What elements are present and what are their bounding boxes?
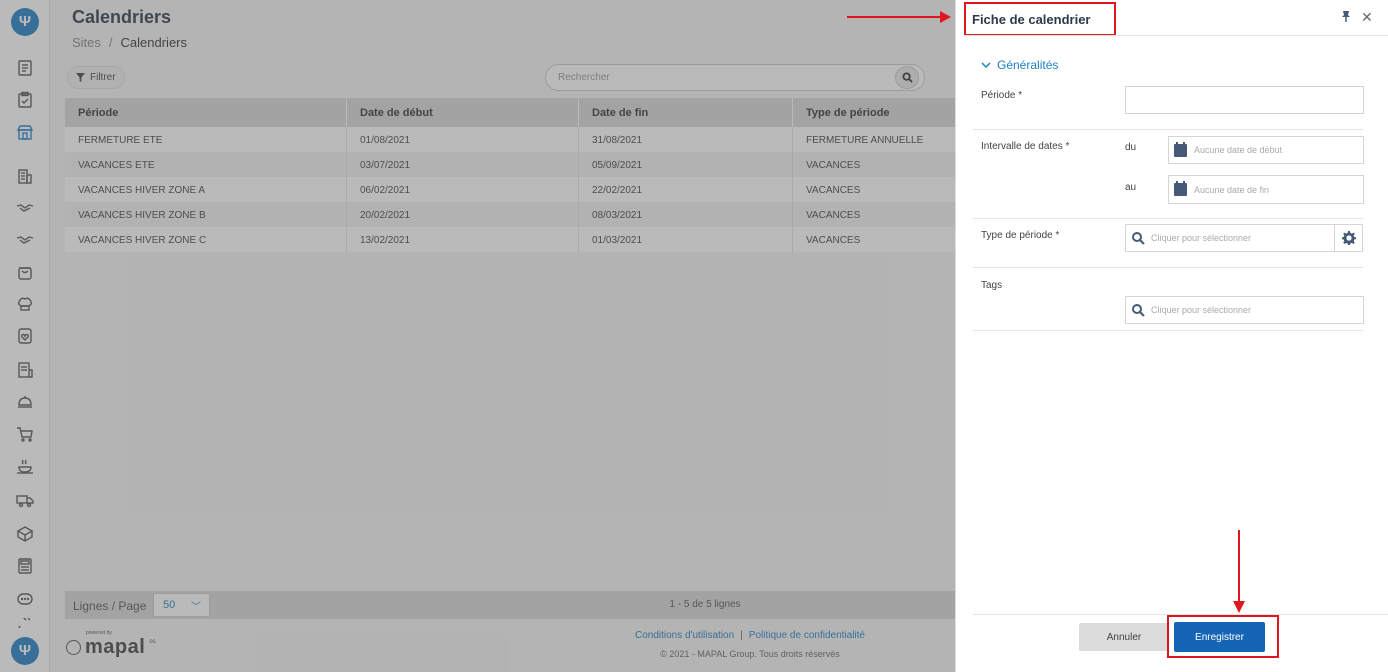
start-date-placeholder: Aucune date de début (1194, 145, 1283, 155)
annotation-arrow-title-head (940, 11, 951, 23)
period-type-settings-button[interactable] (1334, 224, 1363, 252)
interval-label: Intervalle de dates * (981, 141, 1070, 152)
to-label: au (1125, 182, 1137, 193)
save-button[interactable]: Enregistrer (1174, 622, 1265, 652)
from-label: du (1125, 142, 1137, 153)
period-type-select[interactable]: Cliquer pour sélectionner (1125, 224, 1335, 252)
period-type-placeholder: Cliquer pour sélectionner (1151, 233, 1252, 243)
divider (973, 267, 1363, 268)
gear-icon (1341, 231, 1356, 245)
divider (973, 218, 1363, 219)
divider (964, 35, 1388, 36)
section-title-label: Généralités (997, 58, 1059, 72)
start-date-field[interactable]: Aucune date de début (1168, 136, 1364, 164)
calendar-icon (1174, 141, 1187, 157)
panel-title: Fiche de calendrier (972, 12, 1091, 27)
pin-icon[interactable] (1340, 10, 1352, 22)
search-icon (1132, 304, 1145, 317)
end-date-placeholder: Aucune date de fin (1194, 184, 1270, 195)
divider (973, 129, 1363, 130)
divider (973, 330, 1363, 331)
modal-overlay[interactable] (0, 0, 955, 672)
annotation-arrow-save-head (1233, 601, 1245, 613)
tags-select[interactable]: Cliquer pour sélectionner (1125, 296, 1364, 324)
close-icon[interactable]: ✕ (1361, 10, 1373, 24)
periode-label: Période * (981, 90, 1023, 101)
annotation-arrow-title (847, 16, 942, 18)
end-date-field[interactable]: Aucune date de fin (1168, 175, 1364, 204)
tags-placeholder: Cliquer pour sélectionner (1151, 305, 1252, 315)
section-generalites[interactable]: Généralités (981, 58, 1058, 72)
periode-field[interactable] (1125, 86, 1364, 114)
calendar-icon (1174, 181, 1187, 196)
search-icon (1132, 232, 1145, 245)
annotation-arrow-save (1238, 530, 1240, 603)
period-type-label: Type de période * (981, 230, 1060, 241)
cancel-button[interactable]: Annuler (1079, 623, 1169, 651)
chevron-down-icon (981, 62, 991, 69)
calendar-form-panel: Fiche de calendrier ✕ Généralités Périod… (955, 0, 1388, 672)
tags-label: Tags (981, 280, 1003, 291)
